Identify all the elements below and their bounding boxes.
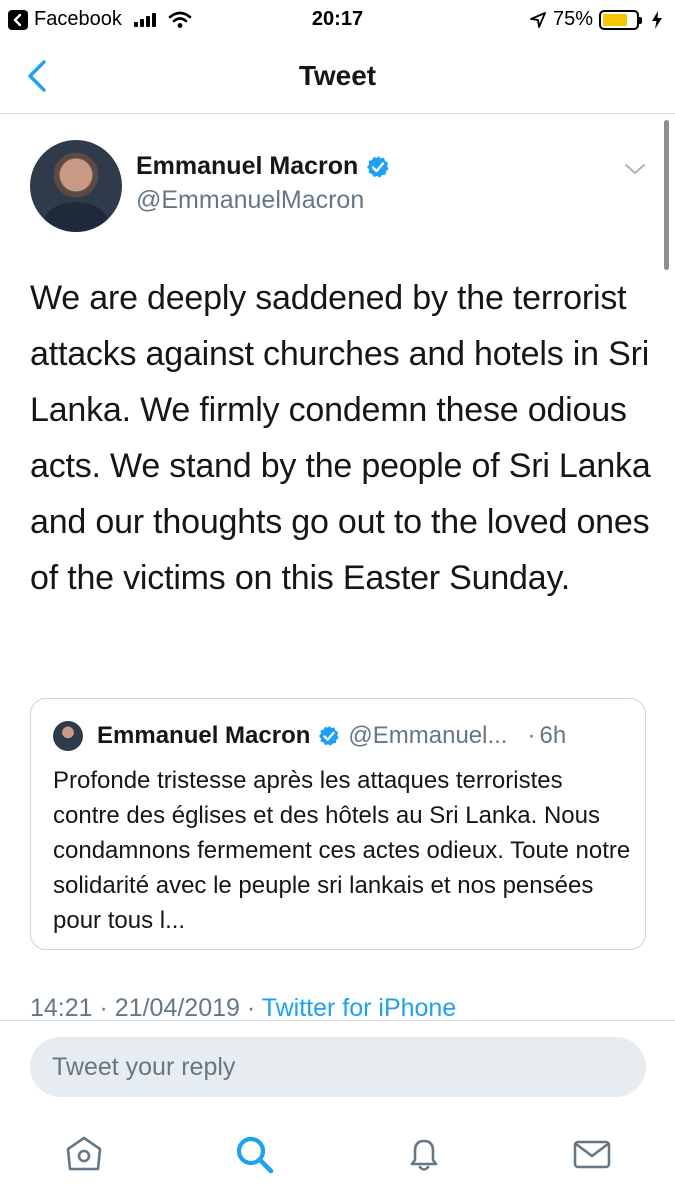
- quoted-tweet-text: Profonde tristesse après les attaques te…: [53, 767, 631, 934]
- screen: Facebook 20:17 75% Tweet Emmanuel Macron…: [0, 0, 675, 1200]
- scrollbar[interactable]: [664, 120, 669, 270]
- search-icon: [236, 1136, 274, 1174]
- quoted-tweet-header: Emmanuel Macron @Emmanuel... · 6h: [53, 719, 623, 753]
- tweet-date: 21/04/2019: [114, 994, 240, 1020]
- tab-notifications[interactable]: [402, 1132, 446, 1176]
- chevron-down-icon[interactable]: [623, 160, 647, 178]
- charging-bolt-icon: [652, 10, 662, 29]
- author-name-row[interactable]: Emmanuel Macron: [136, 152, 390, 181]
- quoted-author-handle: @Emmanuel...: [348, 722, 508, 749]
- reply-input[interactable]: [30, 1037, 646, 1097]
- tweet-time: 14:21: [30, 994, 93, 1020]
- quoted-timestamp: 6h: [539, 722, 567, 749]
- meta-separator: ·: [99, 994, 108, 1020]
- tweet-source-link[interactable]: Twitter for iPhone: [262, 994, 457, 1020]
- tab-messages[interactable]: [570, 1132, 614, 1176]
- status-bar: Facebook 20:17 75%: [0, 0, 675, 40]
- reply-bar: [0, 1020, 675, 1116]
- page-title: Tweet: [298, 60, 377, 91]
- author-handle[interactable]: @EmmanuelMacron: [136, 186, 364, 215]
- notifications-icon: [410, 1139, 438, 1171]
- location-arrow-icon: [530, 11, 546, 28]
- battery-percent: 75%: [552, 8, 593, 30]
- author-name[interactable]: Emmanuel Macron: [136, 152, 358, 181]
- quoted-author-name: Emmanuel Macron: [97, 722, 311, 749]
- navigation-bar: Tweet: [0, 40, 675, 114]
- messages-icon: [573, 1140, 611, 1169]
- quoted-avatar: [53, 721, 83, 751]
- tweet-text: We are deeply saddened by the terrorist …: [30, 279, 651, 597]
- status-bar-right: 75%: [529, 8, 663, 31]
- battery-level-fill: [603, 13, 627, 26]
- tab-bar: [0, 1116, 675, 1200]
- verified-badge-icon: [367, 155, 389, 178]
- meta-separator: ·: [246, 994, 256, 1020]
- tweet-meta: 14:21 · 21/04/2019 · Twitter for iPhone: [30, 994, 456, 1020]
- tab-home[interactable]: [62, 1132, 106, 1176]
- quoted-separator: ·: [527, 722, 536, 749]
- tab-search[interactable]: [232, 1132, 276, 1176]
- tweet-detail: Emmanuel Macron @EmmanuelMacron We are d…: [0, 114, 675, 1020]
- quoted-tweet[interactable]: Emmanuel Macron @Emmanuel... · 6h Profon…: [30, 698, 646, 950]
- home-icon: [66, 1136, 102, 1171]
- verified-badge-icon: [318, 725, 340, 747]
- battery-icon: [599, 9, 642, 30]
- avatar[interactable]: [30, 140, 122, 232]
